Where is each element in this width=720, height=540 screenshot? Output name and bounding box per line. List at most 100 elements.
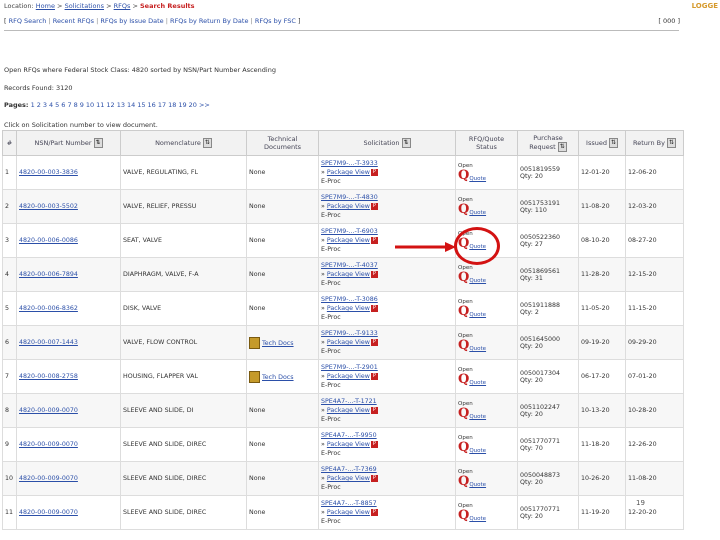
pdf-icon[interactable]: P (370, 236, 378, 244)
package-view-link[interactable]: Package View (327, 271, 370, 278)
pdf-icon[interactable]: P (370, 406, 378, 414)
col-solicitation[interactable]: Solicitation ⇅ (318, 130, 456, 156)
quote-link[interactable]: Quote (469, 176, 486, 182)
nav-rfqs-by-issue-date[interactable]: RFQs by Issue Date (100, 17, 163, 25)
page-link[interactable]: 5 (55, 101, 59, 109)
package-view-link[interactable]: Package View (327, 339, 370, 346)
col-return-by[interactable]: Return By ⇅ (625, 130, 684, 156)
package-view-link[interactable]: Package View (327, 441, 370, 448)
pdf-icon[interactable]: P (370, 168, 378, 176)
solicitation-link[interactable]: SPE7M9-...-T-3933 (321, 160, 378, 167)
quote-q-icon[interactable]: Q (458, 407, 469, 420)
page-link[interactable]: 18 (168, 101, 176, 109)
solicitation-link[interactable]: SPE7M9-...-T-4037 (321, 262, 378, 269)
solicitation-link[interactable]: SPE4A7-...-T-7369 (321, 466, 377, 473)
nsn-link[interactable]: 4820-00-008-2758 (19, 373, 78, 380)
col-issued[interactable]: Issued ⇅ (578, 130, 626, 156)
package-view-link[interactable]: Package View (327, 475, 370, 482)
solicitation-link[interactable]: SPE7M9-...-T-6903 (321, 228, 378, 235)
quote-q-icon[interactable]: Q (458, 373, 469, 386)
nsn-link[interactable]: 4820-00-009-0070 (19, 407, 78, 414)
page-link[interactable]: 13 (117, 101, 125, 109)
tech-docs-cell[interactable]: Tech Docs (246, 325, 319, 360)
quote-link[interactable]: Quote (469, 346, 486, 352)
nav-rfqs-by-return-date[interactable]: RFQs by Return By Date (170, 17, 248, 25)
page-link[interactable]: 9 (80, 101, 84, 109)
package-view-link[interactable]: Package View (327, 407, 370, 414)
nsn-link[interactable]: 4820-00-007-1443 (19, 339, 78, 346)
quote-link[interactable]: Quote (469, 312, 486, 318)
breadcrumb-home[interactable]: Home (36, 2, 55, 10)
solicitation-link[interactable]: SPE4A7-...-T-8857 (321, 500, 377, 507)
quote-link[interactable]: Quote (469, 380, 486, 386)
sort-icon[interactable]: ⇅ (401, 138, 411, 148)
solicitation-link[interactable]: SPE7M9-...-T-2901 (321, 364, 378, 371)
nsn-link[interactable]: 4820-00-006-7894 (19, 271, 78, 278)
quote-link[interactable]: Quote (469, 414, 486, 420)
page-link[interactable]: 20 (189, 101, 197, 109)
pdf-icon[interactable]: P (370, 474, 378, 482)
pdf-icon[interactable]: P (370, 202, 378, 210)
col-purchase-request[interactable]: Purchase Request ⇅ (517, 130, 579, 156)
page-link[interactable]: 1 (31, 101, 35, 109)
page-link[interactable]: 14 (127, 101, 135, 109)
solicitation-link[interactable]: SPE4A7-...-T-9950 (321, 432, 377, 439)
page-link[interactable]: 8 (74, 101, 78, 109)
col-nsn[interactable]: NSN/Part Number ⇅ (16, 130, 121, 156)
package-view-link[interactable]: Package View (327, 373, 370, 380)
quote-q-icon[interactable]: Q (458, 203, 469, 216)
pdf-icon[interactable]: P (370, 440, 378, 448)
sort-icon[interactable]: ⇅ (93, 138, 103, 148)
page-link[interactable]: >> (199, 101, 210, 109)
nav-rfq-search[interactable]: RFQ Search (9, 17, 47, 25)
quote-q-icon[interactable]: Q (458, 339, 469, 352)
quote-link[interactable]: Quote (469, 482, 486, 488)
quote-link[interactable]: Quote (469, 516, 486, 522)
page-link[interactable]: 7 (67, 101, 71, 109)
solicitation-link[interactable]: SPE7M9-...-T-3086 (321, 296, 378, 303)
quote-q-icon[interactable]: Q (458, 509, 469, 522)
quote-link[interactable]: Quote (469, 278, 486, 284)
nav-rfqs-by-fsc[interactable]: RFQs by FSC (255, 17, 296, 25)
quote-link[interactable]: Quote (469, 210, 486, 216)
logout-logo[interactable]: LOGGE (692, 2, 718, 10)
quote-q-icon[interactable]: Q (458, 169, 469, 182)
quote-q-icon[interactable]: Q (458, 305, 469, 318)
nsn-link[interactable]: 4820-00-009-0070 (19, 475, 78, 482)
solicitation-link[interactable]: SPE7M9-...-T-4830 (321, 194, 378, 201)
page-link[interactable]: 11 (96, 101, 104, 109)
nsn-link[interactable]: 4820-00-003-3836 (19, 169, 78, 176)
quote-q-icon[interactable]: Q (458, 271, 469, 284)
page-link[interactable]: 19 (178, 101, 186, 109)
package-view-link[interactable]: Package View (327, 169, 370, 176)
page-link[interactable]: 10 (86, 101, 94, 109)
page-link[interactable]: 16 (148, 101, 156, 109)
package-view-link[interactable]: Package View (327, 203, 370, 210)
package-view-link[interactable]: Package View (327, 237, 370, 244)
fsc-value[interactable]: [ 000 ] (658, 17, 680, 25)
sort-icon[interactable]: ⇅ (202, 138, 212, 148)
page-link[interactable]: 6 (61, 101, 65, 109)
pdf-icon[interactable]: P (370, 508, 378, 516)
package-view-link[interactable]: Package View (327, 509, 370, 516)
nsn-link[interactable]: 4820-00-003-5502 (19, 203, 78, 210)
sort-icon[interactable]: ⇅ (666, 138, 676, 148)
quote-link[interactable]: Quote (469, 448, 486, 454)
pdf-icon[interactable]: P (370, 338, 378, 346)
nsn-link[interactable]: 4820-00-009-0070 (19, 509, 78, 516)
page-link[interactable]: 2 (37, 101, 41, 109)
solicitation-link[interactable]: SPE4A7-...-T-1721 (321, 398, 377, 405)
page-link[interactable]: 12 (106, 101, 114, 109)
page-link[interactable]: 3 (43, 101, 47, 109)
package-view-link[interactable]: Package View (327, 305, 370, 312)
nsn-link[interactable]: 4820-00-006-8362 (19, 305, 78, 312)
sort-icon[interactable]: ⇅ (557, 142, 567, 152)
page-link[interactable]: 15 (137, 101, 145, 109)
nav-recent-rfqs[interactable]: Recent RFQs (53, 17, 94, 25)
page-link[interactable]: 4 (49, 101, 53, 109)
tech-docs-cell[interactable]: Tech Docs (246, 359, 319, 394)
nsn-link[interactable]: 4820-00-009-0070 (19, 441, 78, 448)
page-link[interactable]: 17 (158, 101, 166, 109)
breadcrumb-rfqs[interactable]: RFQs (114, 2, 131, 10)
quote-q-icon[interactable]: Q (458, 441, 469, 454)
